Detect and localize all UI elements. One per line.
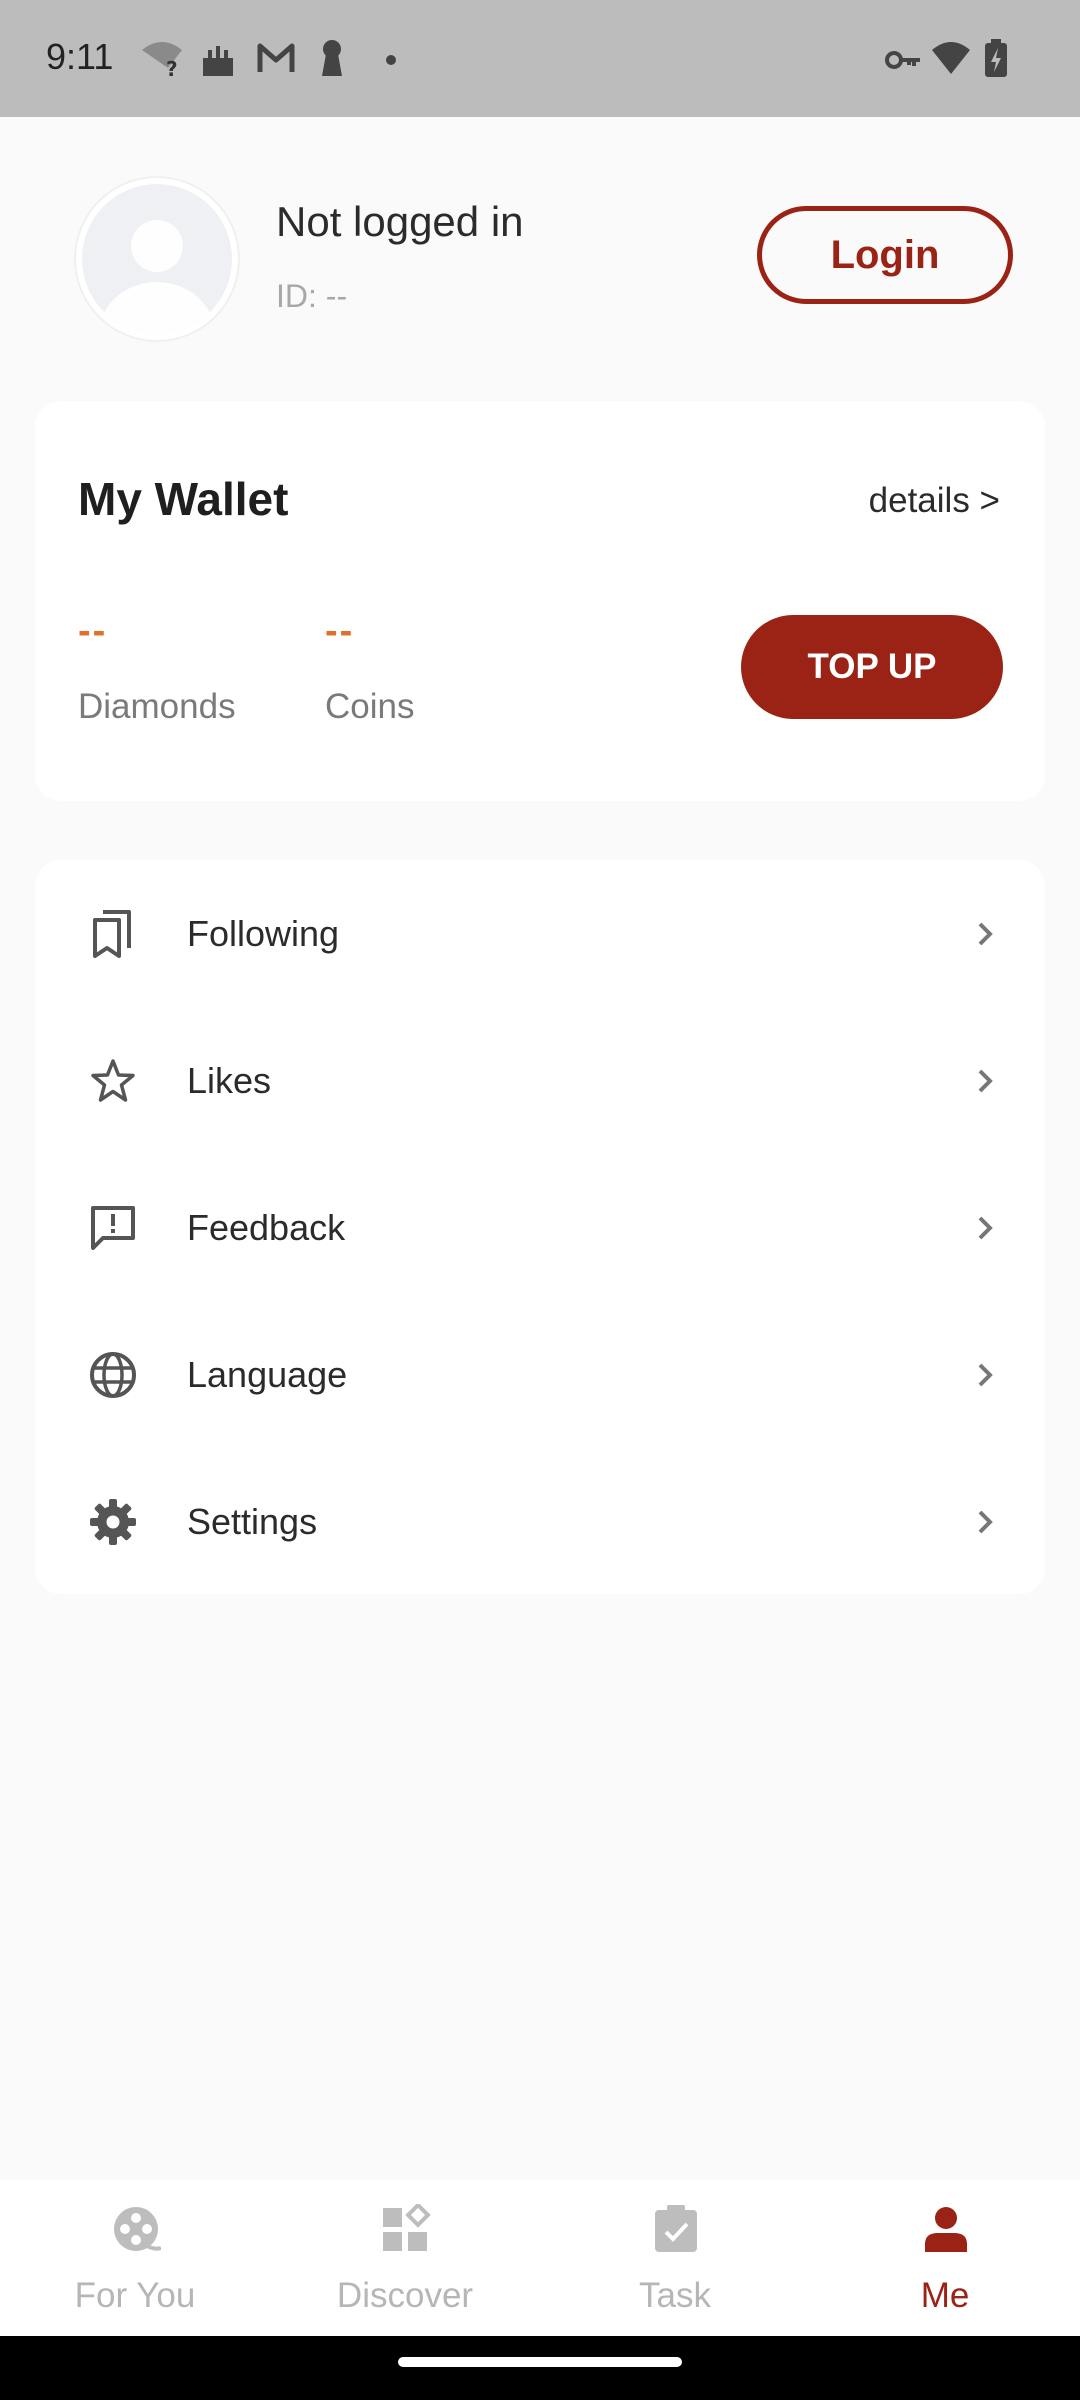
gesture-bar (0, 2336, 1080, 2400)
menu-item-settings[interactable]: Settings (35, 1448, 1045, 1595)
svg-text:?: ? (166, 57, 178, 78)
wallet-card: My Wallet details > -- Diamonds -- Coins… (35, 401, 1045, 801)
menu-item-label: Following (187, 912, 340, 954)
top-up-button[interactable]: TOP UP (741, 615, 1003, 719)
menu-item-language[interactable]: Language (35, 1301, 1045, 1448)
menu-item-feedback[interactable]: Feedback (35, 1154, 1045, 1301)
menu-item-likes[interactable]: Likes (35, 1007, 1045, 1154)
dot-icon (386, 55, 396, 65)
gear-icon (90, 1498, 136, 1545)
chevron-right-icon (978, 1069, 993, 1092)
feedback-icon (91, 1205, 135, 1250)
menu-item-following[interactable]: Following (35, 860, 1045, 1007)
person-icon (925, 2207, 967, 2252)
bottom-navigation: For You Discover Task Me (0, 2180, 1080, 2336)
chevron-right-icon (978, 1510, 993, 1533)
keyhole-icon (322, 40, 342, 76)
home-indicator[interactable] (398, 2357, 682, 2367)
menu-item-label: Settings (187, 1500, 318, 1542)
diamonds-label: Diamonds (78, 687, 236, 726)
key-icon (885, 51, 920, 69)
chevron-right-icon (978, 1216, 993, 1239)
menu-item-label: Likes (187, 1059, 272, 1101)
nav-item-me[interactable]: Me (810, 2180, 1080, 2336)
profile-name: Not logged in (276, 198, 524, 245)
bookmarks-icon (93, 909, 131, 958)
wifi-question-icon: ? (142, 42, 182, 78)
battery-charging-icon (985, 39, 1007, 77)
nav-item-discover[interactable]: Discover (270, 2180, 540, 2336)
coins-label: Coins (325, 687, 415, 726)
wallet-details-link[interactable]: details > (869, 481, 1000, 521)
login-button[interactable]: Login (757, 206, 1013, 304)
apps-icon (383, 2204, 431, 2251)
status-time: 9:11 (46, 36, 114, 77)
status-bar: 9:11 ? (0, 0, 1080, 117)
default-avatar-icon (82, 184, 232, 334)
wifi-icon (932, 42, 970, 74)
wallet-title: My Wallet (78, 473, 289, 525)
globe-icon (90, 1351, 136, 1398)
diamonds-value: -- (78, 610, 108, 652)
menu-item-label: Feedback (187, 1206, 346, 1248)
profile-id: ID: -- (276, 278, 348, 314)
avatar[interactable] (76, 178, 238, 340)
gmail-icon (257, 43, 295, 72)
coins-value: -- (325, 610, 355, 652)
nav-label: Discover (336, 2276, 474, 2315)
nav-label: Task (639, 2276, 711, 2315)
nav-item-for-you[interactable]: For You (0, 2180, 270, 2336)
nav-label: For You (74, 2276, 196, 2315)
nav-item-task[interactable]: Task (540, 2180, 810, 2336)
menu-item-label: Language (187, 1353, 348, 1395)
clipboard-check-icon (655, 2205, 697, 2252)
cake-icon (203, 46, 233, 76)
star-icon (91, 1058, 135, 1102)
nav-label: Me (920, 2276, 970, 2315)
chevron-right-icon (978, 922, 993, 945)
menu-card: Following Likes Feedback Language Settin… (35, 860, 1045, 1594)
film-reel-icon (114, 2207, 161, 2251)
chevron-right-icon (978, 1363, 993, 1386)
